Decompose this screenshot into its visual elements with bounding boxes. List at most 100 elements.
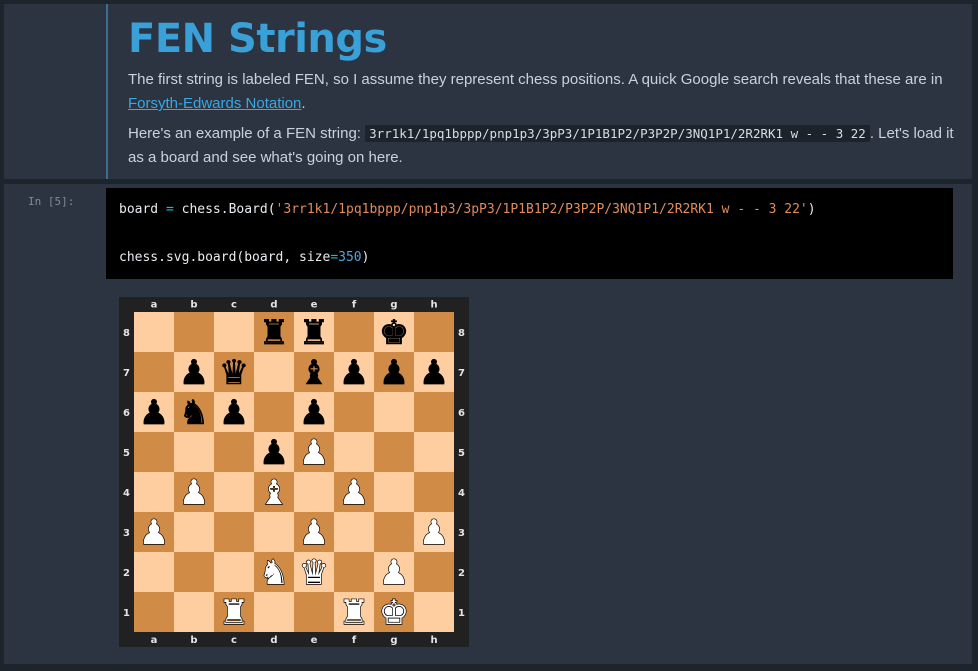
rank-label: 3: [123, 528, 130, 539]
white-rook-icon: ♜: [219, 593, 249, 633]
white-pawn-icon: ♟: [139, 513, 169, 553]
paragraph-example-start: Here's an example of a FEN string:: [128, 125, 366, 142]
file-label: e: [311, 300, 318, 311]
cell-output: a a b b c c d d e e f f g g h h 8 8 7 7 6 6 5 5 4 4 3 3 2 2 1 1 ♜ ♜ ♚ ♟ ♛ ♝ ♟ ♟…: [119, 297, 469, 647]
file-label: b: [190, 635, 197, 646]
square-b5: [174, 432, 214, 472]
black-pawn-icon: ♟: [379, 353, 409, 393]
code-call-2: chess.svg.board(board, size: [119, 250, 331, 265]
black-pawn-icon: ♟: [139, 393, 169, 433]
square-c2: [214, 552, 254, 592]
file-label: h: [430, 635, 437, 646]
code-op: =: [165, 202, 174, 217]
white-queen-icon: ♛: [299, 553, 329, 593]
white-rook-icon: ♜: [339, 593, 369, 633]
fen-wiki-link[interactable]: Forsyth-Edwards Notation: [128, 95, 301, 112]
file-label: h: [430, 300, 437, 311]
square-g5: [374, 432, 414, 472]
markdown-body: FEN Strings The first string is labeled …: [128, 4, 963, 170]
square-e1: [294, 592, 334, 632]
square-h1: [414, 592, 454, 632]
file-label: c: [231, 635, 237, 646]
code-number: 350: [338, 250, 362, 265]
rank-label: 2: [123, 568, 130, 579]
black-pawn-icon: ♟: [219, 393, 249, 433]
white-pawn-icon: ♟: [299, 513, 329, 553]
page-title: FEN Strings: [128, 16, 387, 62]
black-king-icon: ♚: [379, 313, 409, 353]
square-b1: [174, 592, 214, 632]
code-call: chess.Board(: [181, 202, 276, 217]
square-f3: [334, 512, 374, 552]
file-label: b: [190, 300, 197, 311]
rank-label: 5: [123, 448, 130, 459]
square-h6: [414, 392, 454, 432]
square-d6: [254, 392, 294, 432]
white-pawn-icon: ♟: [419, 513, 449, 553]
black-pawn-icon: ♟: [339, 353, 369, 393]
file-label: a: [151, 635, 158, 646]
square-a2: [134, 552, 174, 592]
rank-label: 7: [458, 368, 465, 379]
square-c8: [214, 312, 254, 352]
square-c5: [214, 432, 254, 472]
rank-label: 3: [458, 528, 465, 539]
white-pawn-icon: ♟: [179, 473, 209, 513]
white-pawn-icon: ♟: [379, 553, 409, 593]
code-line-2: chess.svg.board(board, size=350): [119, 250, 369, 265]
black-pawn-icon: ♟: [299, 393, 329, 433]
cell-prompt: In [5]:: [28, 195, 75, 208]
square-d3: [254, 512, 294, 552]
square-a1: [134, 592, 174, 632]
cell-selection-bar: [106, 4, 108, 179]
rank-label: 1: [458, 608, 465, 619]
file-label: d: [270, 635, 277, 646]
paragraph-intro-end: .: [301, 95, 306, 112]
black-pawn-icon: ♟: [259, 433, 289, 473]
black-rook-icon: ♜: [259, 313, 289, 353]
square-c4: [214, 472, 254, 512]
code-string: '3rr1k1/1pq1bppp/pnp1p3/3pP3/1P1B1P2/P3P…: [275, 202, 808, 217]
code-editor[interactable]: board = chess.Board('3rr1k1/1pq1bppp/pnp…: [106, 188, 953, 279]
code-cell[interactable]: In [5]: board = chess.Board('3rr1k1/1pq1…: [4, 184, 972, 664]
file-label: a: [151, 300, 158, 311]
square-h5: [414, 432, 454, 472]
rank-label: 8: [123, 328, 130, 339]
white-knight-icon: ♞: [259, 553, 289, 593]
square-e4: [294, 472, 334, 512]
rank-label: 1: [123, 608, 130, 619]
square-b2: [174, 552, 214, 592]
paragraph-example: Here's an example of a FEN string: 3rr1k…: [128, 122, 963, 170]
white-bishop-icon: ♝: [259, 473, 289, 513]
black-pawn-icon: ♟: [179, 353, 209, 393]
rank-label: 5: [458, 448, 465, 459]
square-a4: [134, 472, 174, 512]
rank-label: 7: [123, 368, 130, 379]
code-close: ): [807, 202, 816, 217]
square-f5: [334, 432, 374, 472]
square-f8: [334, 312, 374, 352]
file-label: f: [352, 635, 357, 646]
square-g6: [374, 392, 414, 432]
file-label: c: [231, 300, 237, 311]
white-pawn-icon: ♟: [339, 473, 369, 513]
square-a8: [134, 312, 174, 352]
white-pawn-icon: ♟: [299, 433, 329, 473]
markdown-cell[interactable]: FEN Strings The first string is labeled …: [4, 4, 972, 179]
white-king-icon: ♚: [379, 593, 409, 633]
code-op-2: =: [330, 250, 339, 265]
square-h8: [414, 312, 454, 352]
square-a5: [134, 432, 174, 472]
inline-fen-code: 3rr1k1/1pq1bppp/pnp1p3/3pP3/1P1B1P2/P3P2…: [365, 125, 870, 142]
black-rook-icon: ♜: [299, 313, 329, 353]
file-label: g: [390, 300, 397, 311]
square-h4: [414, 472, 454, 512]
file-label: d: [270, 300, 277, 311]
file-label: g: [390, 635, 397, 646]
square-g4: [374, 472, 414, 512]
black-queen-icon: ♛: [219, 353, 249, 393]
code-line-1: board = chess.Board('3rr1k1/1pq1bppp/pnp…: [119, 202, 816, 217]
code-var: board: [119, 202, 159, 217]
black-pawn-icon: ♟: [419, 353, 449, 393]
square-f6: [334, 392, 374, 432]
